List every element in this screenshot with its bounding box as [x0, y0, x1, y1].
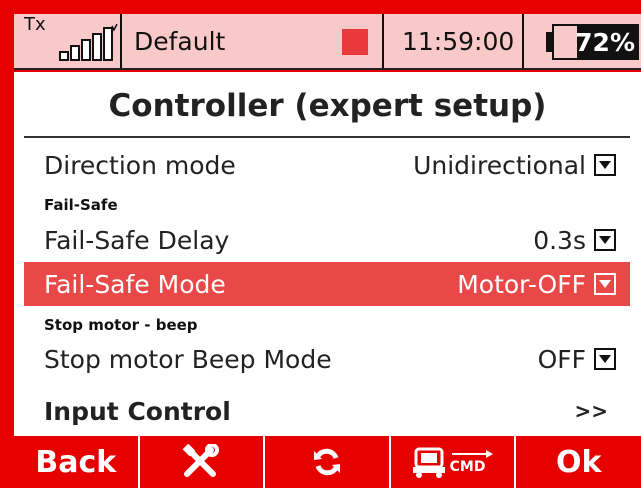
- title-divider: [24, 136, 630, 138]
- failsafe-mode-value: Motor-OFF: [457, 269, 586, 299]
- stop-beep-mode-value: OFF: [537, 344, 586, 374]
- stop-indicator-icon: [342, 29, 368, 55]
- dropdown-arrow-icon[interactable]: [594, 154, 616, 176]
- dropdown-arrow-icon[interactable]: [594, 229, 616, 251]
- stop-motor-section-label: Stop motor - beep: [44, 316, 198, 334]
- cmd-button[interactable]: CMD: [391, 436, 515, 488]
- back-button[interactable]: Back: [14, 436, 138, 488]
- function-key-bar: Back CMD Ok: [14, 434, 641, 488]
- input-control-arrow: >>: [574, 399, 608, 423]
- direction-mode-value: Unidirectional: [413, 150, 586, 180]
- input-control-label: Input Control: [44, 396, 231, 426]
- clock-time: 11:59:00: [402, 26, 515, 56]
- status-divider: [522, 14, 524, 68]
- status-divider: [382, 14, 384, 68]
- stop-beep-mode-row[interactable]: Stop motor Beep Mode OFF: [24, 337, 630, 381]
- battery-percent: 72%: [575, 27, 635, 57]
- signal-strength-icon: [59, 24, 118, 61]
- tx-label: Tx: [24, 14, 46, 35]
- battery-indicator: 72%: [544, 21, 641, 63]
- failsafe-mode-label: Fail-Safe Mode: [44, 269, 226, 299]
- page-title: Controller (expert setup): [108, 88, 547, 124]
- dropdown-arrow-icon[interactable]: [594, 348, 616, 370]
- input-control-row[interactable]: Input Control >>: [24, 389, 630, 433]
- tx-signal: Tx: [14, 14, 120, 68]
- failsafe-mode-row[interactable]: Fail-Safe Mode Motor-OFF: [24, 262, 630, 306]
- cmd-label: CMD: [449, 459, 486, 475]
- settings-page: Controller (expert setup) Direction mode…: [14, 72, 641, 434]
- refresh-button[interactable]: [265, 436, 389, 488]
- status-bar: Tx Default 11:59:00 72%: [14, 14, 641, 70]
- failsafe-delay-value: 0.3s: [533, 225, 586, 255]
- refresh-icon: [314, 448, 341, 476]
- ok-button[interactable]: Ok: [516, 436, 641, 488]
- status-divider: [120, 14, 122, 68]
- failsafe-delay-label: Fail-Safe Delay: [44, 225, 230, 255]
- wrench-cross-icon: [183, 444, 220, 477]
- cmd-device-icon: [412, 447, 445, 478]
- direction-mode-label: Direction mode: [44, 150, 236, 180]
- direction-mode-row[interactable]: Direction mode Unidirectional: [24, 143, 630, 187]
- failsafe-delay-row[interactable]: Fail-Safe Delay 0.3s: [24, 218, 630, 262]
- arrow-right-icon: [451, 450, 493, 458]
- stop-beep-mode-label: Stop motor Beep Mode: [44, 344, 332, 374]
- failsafe-section-label: Fail-Safe: [44, 196, 118, 214]
- tools-button[interactable]: [140, 436, 264, 488]
- dropdown-arrow-icon[interactable]: [594, 273, 616, 295]
